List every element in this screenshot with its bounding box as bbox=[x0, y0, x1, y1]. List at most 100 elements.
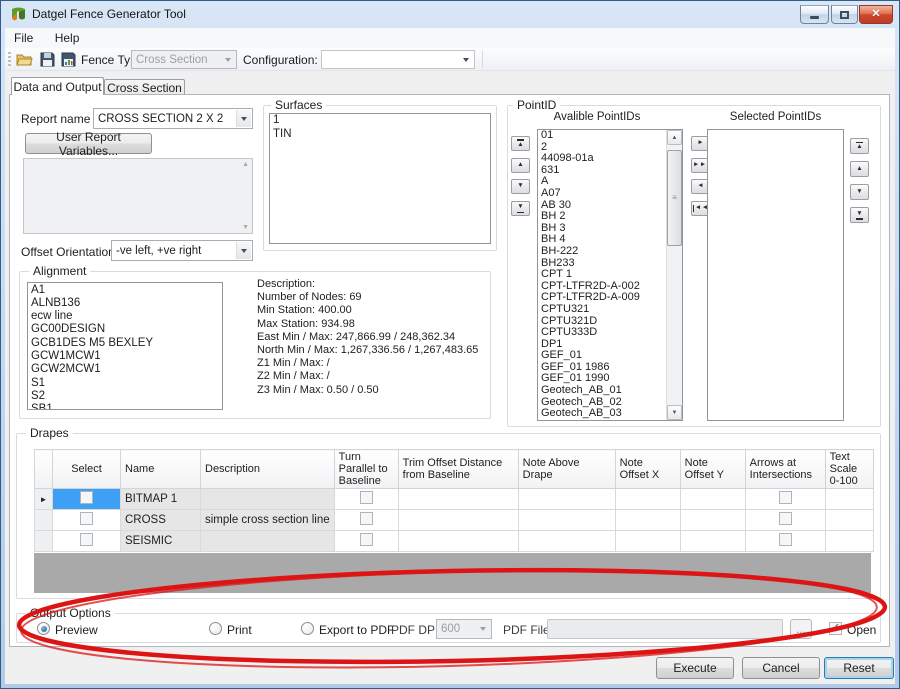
list-item[interactable]: SB1 bbox=[28, 403, 222, 410]
cell-checkbox[interactable] bbox=[360, 533, 373, 546]
scrollbar-up-icon[interactable]: ▲ bbox=[667, 130, 682, 145]
available-list-scrollbar[interactable]: ▲ ≡ ▼ bbox=[666, 130, 682, 420]
user-report-variables-button[interactable]: User Report Variables... bbox=[25, 133, 152, 154]
list-item[interactable]: BH 2 bbox=[538, 211, 666, 223]
execute-button[interactable]: Execute bbox=[656, 657, 734, 679]
alignment-list[interactable]: A1ALNB136ecw lineGC00DESIGNGCB1DES M5 BE… bbox=[27, 282, 223, 410]
drapes-cell[interactable] bbox=[825, 510, 873, 531]
minimize-button[interactable] bbox=[800, 5, 829, 24]
list-item[interactable]: Geotech_AB_03 bbox=[538, 408, 666, 420]
tab-data-and-output[interactable]: Data and Output bbox=[11, 77, 104, 95]
drapes-column-header[interactable]: Note Above Drape bbox=[518, 450, 615, 489]
list-item[interactable]: S2 bbox=[28, 389, 222, 402]
drapes-cell[interactable] bbox=[334, 489, 398, 510]
list-item[interactable]: Geotech_AB_01 bbox=[538, 385, 666, 397]
list-item[interactable]: ecw line bbox=[28, 310, 222, 323]
available-move-down-button[interactable]: ▼ bbox=[511, 179, 530, 194]
scrollbar-thumb[interactable]: ≡ bbox=[667, 150, 682, 246]
list-item[interactable]: ALNB136 bbox=[28, 296, 222, 309]
list-item[interactable]: 1 bbox=[270, 114, 490, 128]
configuration-combo[interactable] bbox=[321, 50, 475, 69]
drapes-cell[interactable] bbox=[518, 489, 615, 510]
export-to-pdf-radio[interactable] bbox=[301, 622, 314, 635]
list-item[interactable]: S1 bbox=[28, 376, 222, 389]
cell-checkbox[interactable] bbox=[779, 512, 792, 525]
offset-orientation-combo[interactable]: -ve left, +ve right bbox=[111, 240, 253, 261]
drapes-cell[interactable] bbox=[334, 531, 398, 552]
drapes-cell[interactable]: BITMAP 1 bbox=[121, 489, 201, 510]
cancel-button[interactable]: Cancel bbox=[742, 657, 820, 679]
report-name-combo[interactable]: CROSS SECTION 2 X 2 bbox=[93, 108, 253, 129]
scrollbar-down-icon[interactable]: ▼ bbox=[667, 405, 682, 420]
drapes-cell[interactable] bbox=[53, 531, 121, 552]
drapes-cell[interactable]: CROSS bbox=[121, 510, 201, 531]
drapes-cell[interactable] bbox=[680, 531, 745, 552]
list-item[interactable]: A1 bbox=[28, 283, 222, 296]
drapes-column-header[interactable]: Name bbox=[121, 450, 201, 489]
drapes-cell[interactable] bbox=[745, 489, 825, 510]
print-radio-label[interactable]: Print bbox=[227, 623, 252, 637]
drapes-column-header[interactable]: Trim Offset Distance from Baseline bbox=[398, 450, 518, 489]
drapes-cell[interactable] bbox=[201, 489, 335, 510]
drapes-cell[interactable] bbox=[398, 510, 518, 531]
drapes-column-header[interactable]: Note Offset Y bbox=[680, 450, 745, 489]
drapes-column-header[interactable]: Note Offset X bbox=[615, 450, 680, 489]
list-item[interactable]: A07 bbox=[538, 188, 666, 200]
selected-move-top-button[interactable]: ▲ bbox=[850, 138, 869, 154]
maximize-button[interactable] bbox=[831, 5, 858, 24]
toolbar-grip[interactable] bbox=[8, 52, 11, 67]
drapes-cell[interactable] bbox=[518, 510, 615, 531]
available-move-top-button[interactable]: ▲ bbox=[511, 136, 530, 151]
surfaces-list[interactable]: 1TIN bbox=[269, 113, 491, 244]
drapes-cell[interactable]: SEISMIC bbox=[121, 531, 201, 552]
drapes-cell[interactable] bbox=[334, 510, 398, 531]
drapes-row-indicator[interactable] bbox=[35, 531, 53, 552]
preview-radio-label[interactable]: Preview bbox=[55, 623, 98, 637]
save-icon[interactable] bbox=[39, 51, 56, 68]
reset-button[interactable]: Reset bbox=[824, 657, 894, 679]
open-checkbox[interactable]: ✓ bbox=[829, 622, 842, 635]
selected-move-up-button[interactable]: ▲ bbox=[850, 161, 869, 177]
drapes-cell[interactable] bbox=[745, 510, 825, 531]
cell-checkbox[interactable] bbox=[80, 512, 93, 525]
drapes-cell[interactable] bbox=[825, 489, 873, 510]
drapes-cell[interactable] bbox=[680, 489, 745, 510]
drapes-cell[interactable] bbox=[398, 489, 518, 510]
tab-cross-section[interactable]: Cross Section bbox=[104, 79, 185, 95]
drapes-column-header[interactable]: Select bbox=[53, 450, 121, 489]
list-item[interactable]: CPTU333D bbox=[538, 327, 666, 339]
menu-help[interactable]: Help bbox=[46, 28, 89, 48]
cell-checkbox[interactable] bbox=[80, 491, 93, 504]
list-item[interactable]: CPTU321 bbox=[538, 304, 666, 316]
list-item[interactable]: CPT 1 bbox=[538, 269, 666, 281]
preview-radio[interactable] bbox=[37, 622, 50, 635]
drapes-row-indicator[interactable]: ► bbox=[35, 489, 53, 510]
drapes-column-header[interactable]: Description bbox=[201, 450, 335, 489]
available-pointids-items[interactable]: 01244098-01a631AA07AB 30BH 2BH 3BH 4BH-2… bbox=[538, 130, 666, 420]
drapes-cell[interactable] bbox=[53, 510, 121, 531]
drapes-cell[interactable] bbox=[680, 510, 745, 531]
cell-checkbox[interactable] bbox=[360, 512, 373, 525]
list-item[interactable]: GCW1MCW1 bbox=[28, 349, 222, 362]
open-folder-icon[interactable] bbox=[16, 51, 33, 68]
drapes-column-header[interactable]: Turn Parallel to Baseline bbox=[334, 450, 398, 489]
drapes-column-header[interactable]: Arrows at Intersections bbox=[745, 450, 825, 489]
available-move-bottom-button[interactable]: ▼ bbox=[511, 201, 530, 216]
drapes-cell[interactable]: simple cross section line bbox=[201, 510, 335, 531]
drapes-cell[interactable] bbox=[615, 489, 680, 510]
selected-move-bottom-button[interactable]: ▼ bbox=[850, 207, 869, 223]
open-checkbox-label[interactable]: Open bbox=[847, 623, 876, 637]
menu-file[interactable]: File bbox=[5, 28, 42, 48]
drapes-cell[interactable] bbox=[615, 531, 680, 552]
cell-checkbox[interactable] bbox=[80, 533, 93, 546]
drapes-cell[interactable] bbox=[53, 489, 121, 510]
drapes-cell[interactable] bbox=[518, 531, 615, 552]
available-pointids-list[interactable]: 01244098-01a631AA07AB 30BH 2BH 3BH 4BH-2… bbox=[537, 129, 683, 421]
available-move-up-button[interactable]: ▲ bbox=[511, 158, 530, 173]
print-radio[interactable] bbox=[209, 622, 222, 635]
list-item[interactable]: GCW2MCW1 bbox=[28, 363, 222, 376]
list-item[interactable]: 01 bbox=[538, 130, 666, 142]
drapes-cell[interactable] bbox=[201, 531, 335, 552]
cell-checkbox[interactable] bbox=[779, 533, 792, 546]
drapes-cell[interactable] bbox=[398, 531, 518, 552]
